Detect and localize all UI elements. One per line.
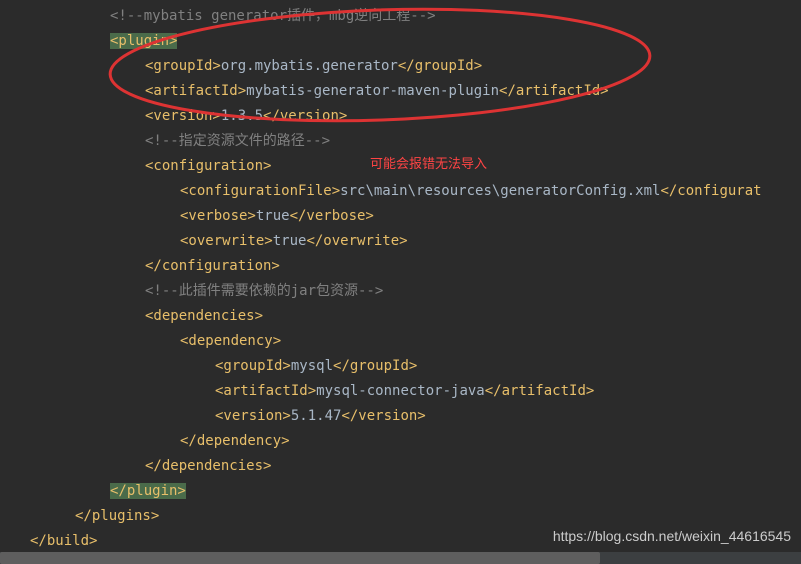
configfile-text: src\main\resources\generatorConfig.xml (340, 183, 660, 199)
configuration-close: </configuration> (145, 258, 280, 274)
error-annotation: 可能会报错无法导入 (370, 153, 487, 172)
dependency-close: </dependency> (180, 433, 290, 449)
dep-groupid-text: mysql (291, 358, 333, 374)
dependency-open: <dependency> (180, 333, 281, 349)
horizontal-scrollbar[interactable] (0, 552, 801, 564)
version-close: </version> (263, 108, 347, 124)
dep-groupid-close: </groupId> (333, 358, 417, 374)
configfile-close: </configurat (660, 183, 761, 199)
dependencies-open: <dependencies> (145, 308, 263, 324)
version-open: <version> (145, 108, 221, 124)
overwrite-close: </overwrite> (306, 233, 407, 249)
xml-comment: <!--mybatis generator插件，mbg逆向工程--> (110, 8, 436, 24)
xml-comment: <!--指定资源文件的路径--> (145, 133, 330, 149)
artifactid-text: mybatis-generator-maven-plugin (246, 83, 499, 99)
artifactid-close: </artifactId> (499, 83, 609, 99)
version-text: 1.3.5 (221, 108, 263, 124)
verbose-close: </verbose> (290, 208, 374, 224)
artifactid-open: <artifactId> (145, 83, 246, 99)
configuration-open: <configuration> (145, 158, 271, 174)
dep-version-text: 5.1.47 (291, 408, 342, 424)
configfile-open: <configurationFile> (180, 183, 340, 199)
groupid-text: org.mybatis.generator (221, 58, 398, 74)
xml-comment: <!--此插件需要依赖的jar包资源--> (145, 283, 383, 299)
dep-artifactid-close: </artifactId> (485, 383, 595, 399)
plugin-close-tag: </plugin> (110, 483, 186, 499)
watermark-text: https://blog.csdn.net/weixin_44616545 (553, 528, 791, 544)
groupid-close: </groupId> (398, 58, 482, 74)
plugins-close: </plugins> (75, 508, 159, 524)
dep-groupid-open: <groupId> (215, 358, 291, 374)
overwrite-open: <overwrite> (180, 233, 273, 249)
build-close: </build> (30, 533, 97, 549)
groupid-open: <groupId> (145, 58, 221, 74)
code-editor[interactable]: <!--mybatis generator插件，mbg逆向工程--> <plug… (0, 0, 801, 558)
plugin-open-tag: <plugin> (110, 33, 177, 49)
dep-artifactid-text: mysql-connector-java (316, 383, 485, 399)
overwrite-text: true (273, 233, 307, 249)
dep-version-open: <version> (215, 408, 291, 424)
verbose-open: <verbose> (180, 208, 256, 224)
verbose-text: true (256, 208, 290, 224)
dependencies-close: </dependencies> (145, 458, 271, 474)
dep-artifactid-open: <artifactId> (215, 383, 316, 399)
scrollbar-thumb[interactable] (0, 552, 600, 564)
dep-version-close: </version> (341, 408, 425, 424)
